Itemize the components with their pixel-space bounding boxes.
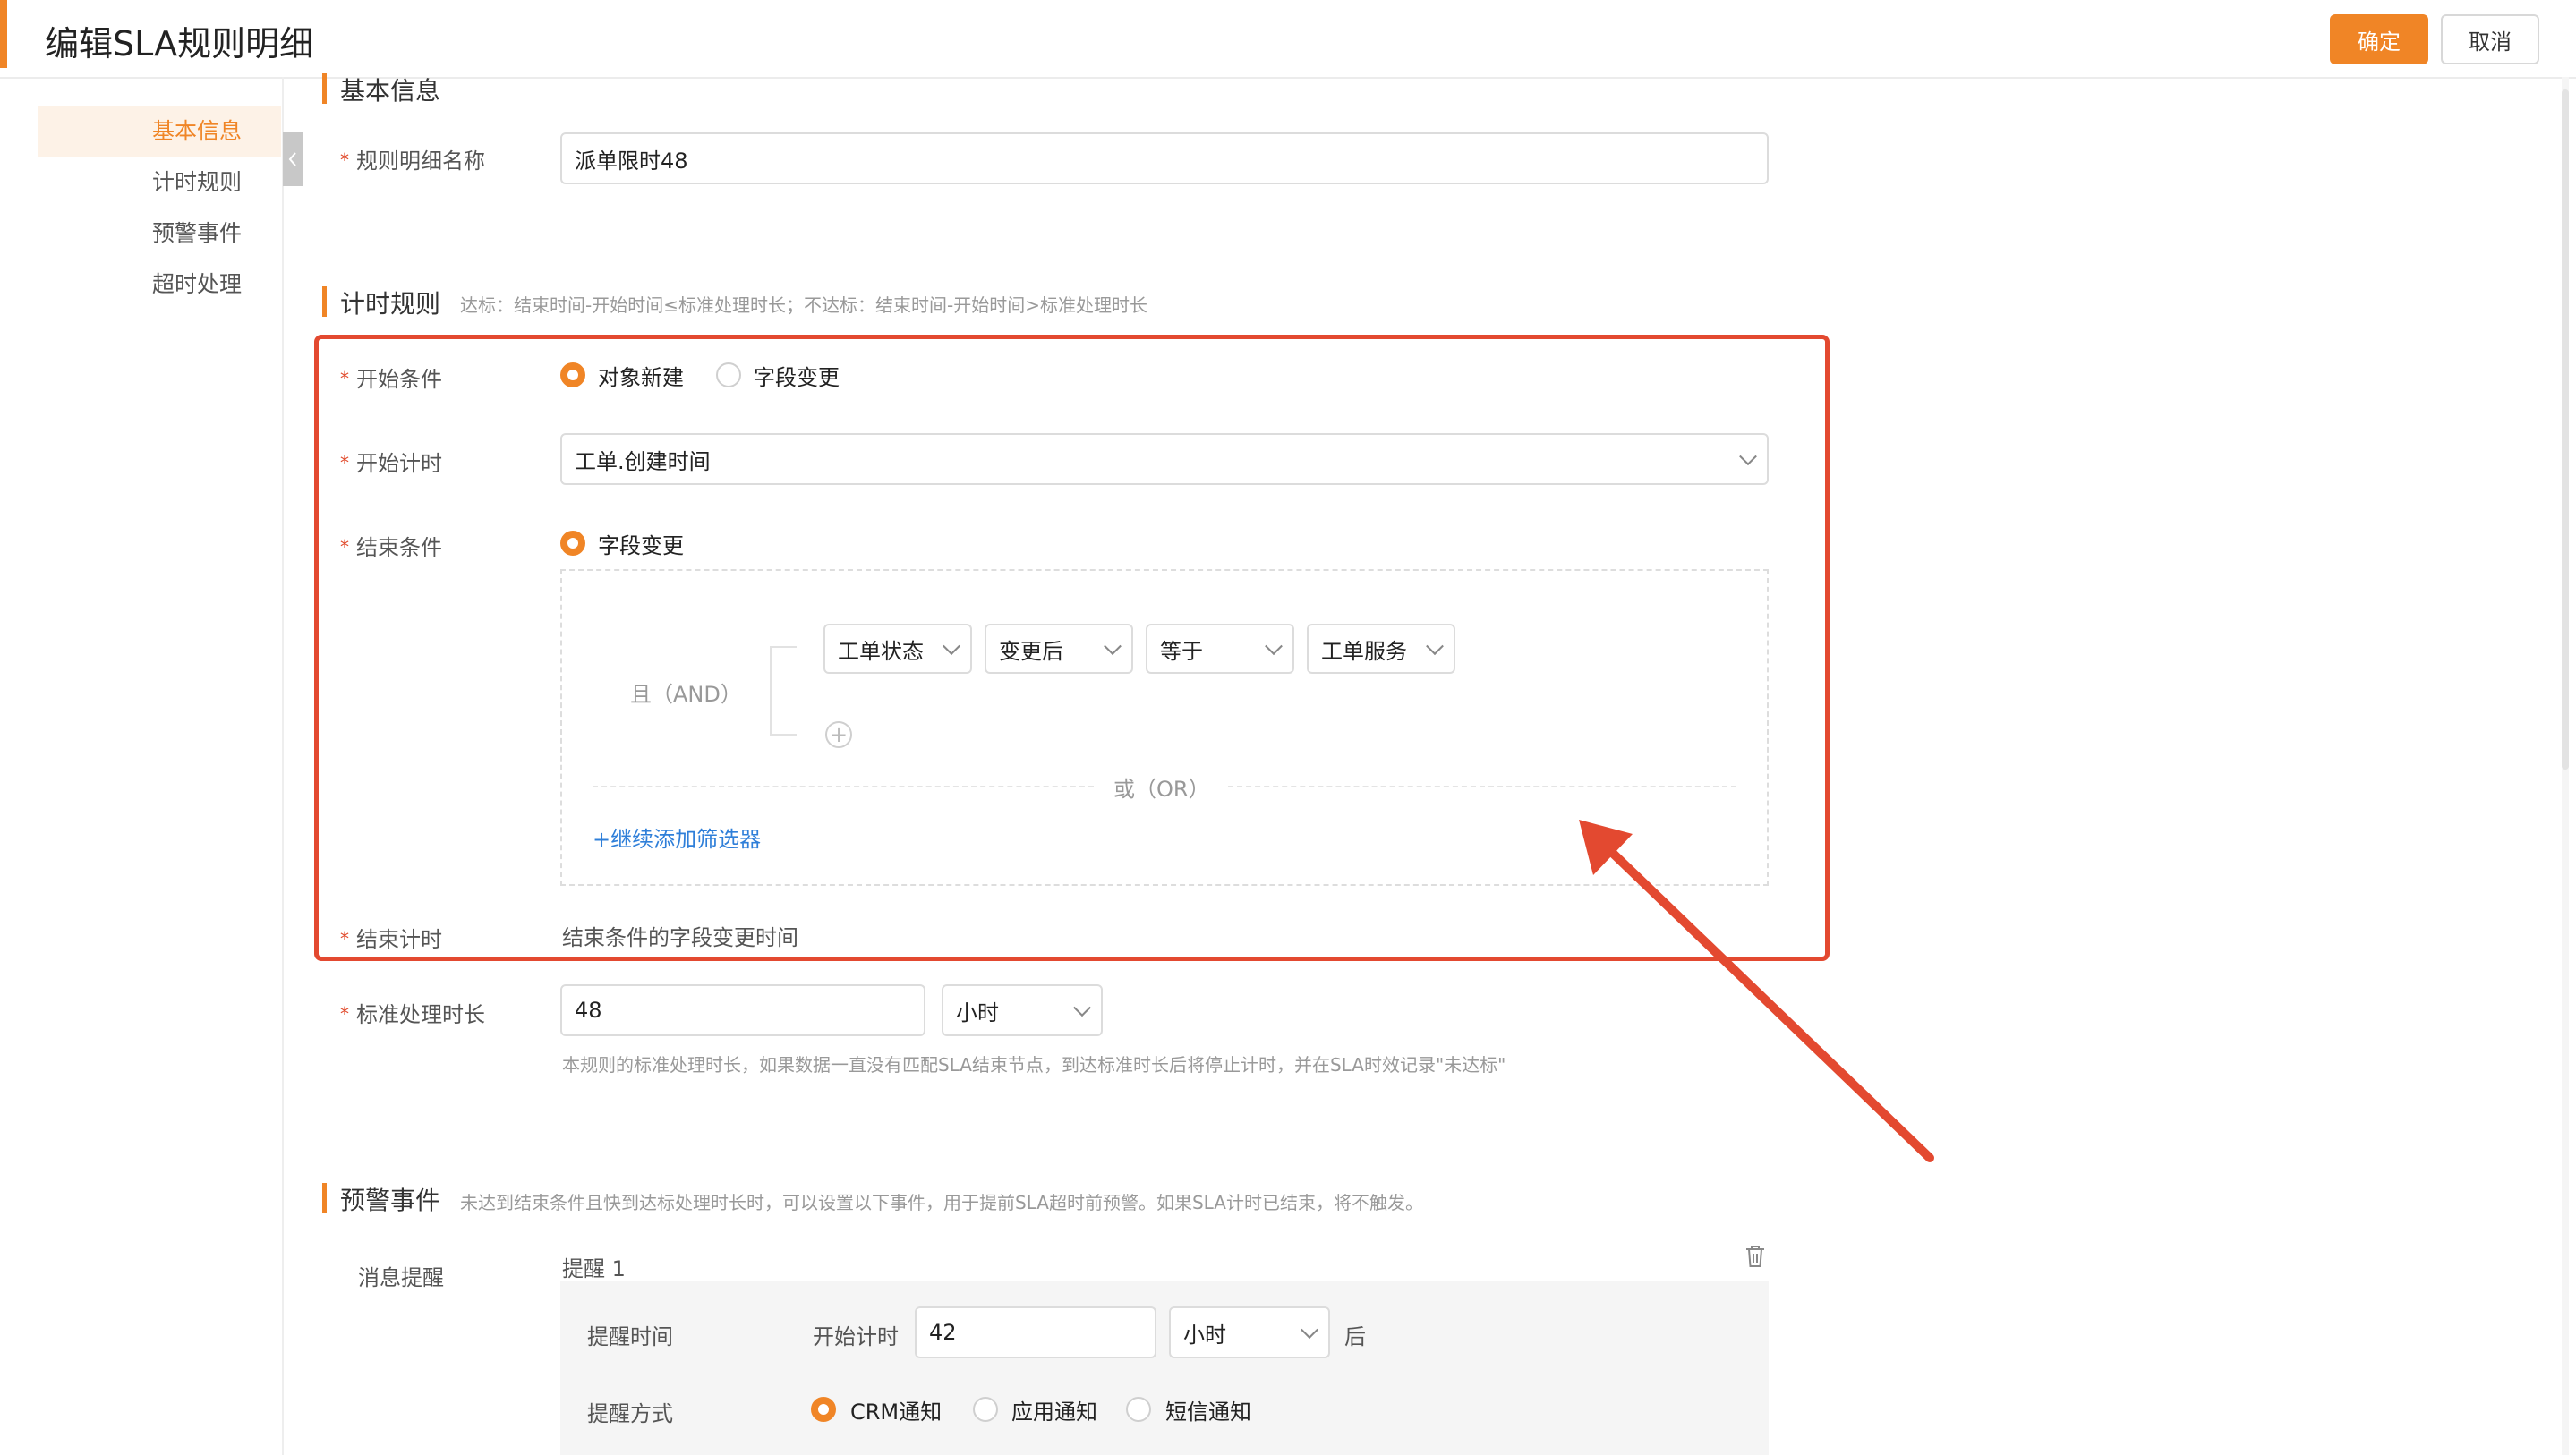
reminder-unit-select[interactable]: 小时	[1169, 1306, 1330, 1358]
sidebar-collapse-handle[interactable]	[283, 132, 303, 186]
reminder-title: 提醒 1	[562, 1256, 626, 1281]
duration-unit-select[interactable]: 小时	[942, 984, 1103, 1036]
sidebar-item-basic-info[interactable]: 基本信息	[38, 106, 281, 157]
reminder-time-label: 提醒时间	[587, 1324, 673, 1349]
radio-label-crm-notify[interactable]: CRM通知	[850, 1394, 942, 1425]
chevron-down-icon	[1073, 999, 1091, 1017]
rule-name-input[interactable]: 派单限时48	[560, 132, 1769, 184]
sidebar-item-warning-events[interactable]: 预警事件	[38, 208, 281, 260]
sidebar-item-timeout-handling[interactable]: 超时处理	[38, 259, 281, 311]
reminder-base-label: 开始计时	[813, 1324, 899, 1349]
section-hint-timing: 达标：结束时间-开始时间≤标准处理时长；不达标：结束时间-开始时间>标准处理时长	[460, 294, 1147, 316]
duration-input[interactable]: 48	[560, 984, 925, 1036]
section-title-timing: 计时规则	[340, 289, 441, 319]
radio-crm-notify[interactable]	[811, 1397, 836, 1422]
sidebar-item-timing-rules[interactable]: 计时规则	[38, 157, 281, 208]
cancel-button[interactable]: 取消	[2441, 14, 2539, 64]
reminder-method-label: 提醒方式	[587, 1401, 673, 1426]
page-title: 编辑SLA规则明细	[45, 24, 314, 64]
chevron-down-icon	[1301, 1321, 1318, 1340]
reminder-panel	[560, 1281, 1769, 1455]
rule-name-label: * 规则明细名称	[340, 149, 485, 174]
chevron-left-icon	[288, 152, 296, 166]
reminder-value-input[interactable]: 42	[915, 1306, 1156, 1358]
radio-sms-notify[interactable]	[1126, 1397, 1151, 1422]
confirm-button[interactable]: 确定	[2330, 14, 2428, 64]
duration-label: * 标准处理时长	[340, 1002, 485, 1027]
duration-unit-value: 小时	[956, 1000, 999, 1025]
radio-label-app-notify[interactable]: 应用通知	[1011, 1394, 1097, 1425]
radio-label-sms-notify[interactable]: 短信通知	[1165, 1394, 1251, 1425]
reminder-unit-value: 小时	[1183, 1322, 1226, 1348]
annotation-arrow-icon	[1579, 820, 1934, 1162]
sidebar-divider	[282, 77, 284, 1455]
section-accent-bar	[322, 73, 327, 104]
page-header	[0, 0, 2576, 79]
scrollbar-thumb[interactable]	[2562, 89, 2569, 770]
section-title-warning: 预警事件	[340, 1186, 441, 1215]
trash-icon[interactable]	[1744, 1244, 1767, 1269]
section-title-basic-info: 基本信息	[340, 76, 441, 106]
section-hint-warning: 未达到结束条件且快到达标处理时长时，可以设置以下事件，用于提前SLA超时前预警。…	[460, 1192, 1423, 1213]
section-accent-bar	[322, 1183, 327, 1213]
section-accent-bar	[322, 286, 327, 317]
radio-app-notify[interactable]	[973, 1397, 998, 1422]
message-reminder-label: 消息提醒	[358, 1265, 444, 1290]
header-accent-bar	[0, 0, 7, 68]
reminder-suffix: 后	[1344, 1324, 1366, 1349]
duration-hint: 本规则的标准处理时长，如果数据一直没有匹配SLA结束节点，到达标准时长后将停止计…	[562, 1054, 1506, 1076]
